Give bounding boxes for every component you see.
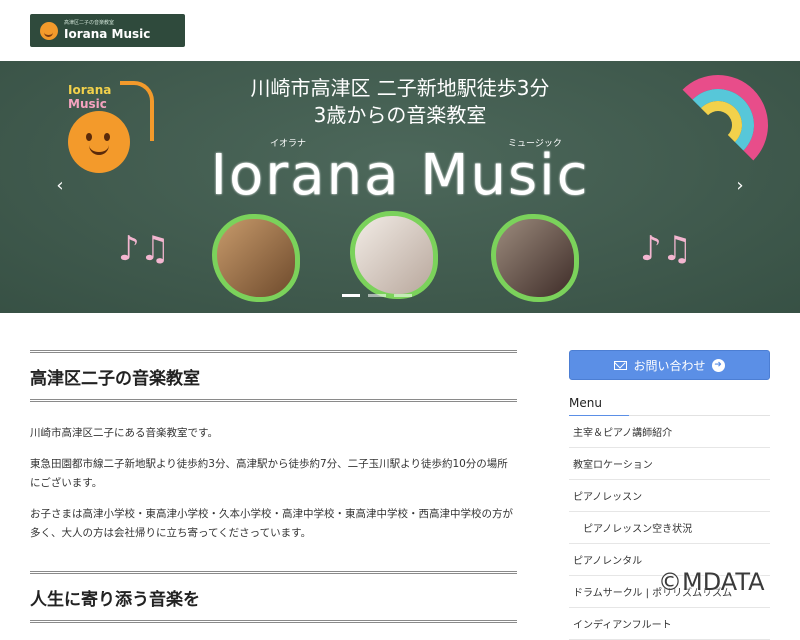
main-content: 高津区二子の音楽教室 川崎市高津区二子にある音楽教室です。 東急田園都市線二子新… [30,350,517,623]
page-title: 高津区二子の音楽教室 [30,350,517,402]
logo-texts: 高津区二子の音楽教室 Iorana Music [64,20,150,41]
logo-tagline: 高津区二子の音楽教室 [64,20,115,26]
sidebar-menu-item[interactable]: 教室ロケーション [569,448,770,480]
intro-paragraph: 川崎市高津区二子にある音楽教室です。 [30,427,218,439]
access-paragraph: 東急田園都市線二子新地駅より徒歩約3分、高津駅から徒歩約7分、二子玉川駅より徒歩… [30,458,508,489]
hero-title: Iorana Music [210,143,590,208]
site-header: 高津区二子の音楽教室 Iorana Music [0,0,800,61]
drum-photo [491,214,579,302]
instrument-photo [212,214,300,302]
sidebar-menu-item[interactable]: ピアノレッスン空き状況 [569,512,770,544]
sidebar-menu-item[interactable]: 主宰＆ピアノ講師紹介 [569,416,770,448]
hero-location-text: 川崎市高津区 二子新地駅徒歩3分 [250,76,550,100]
sidebar: お問い合わせ ➜ Menu 主宰＆ピアノ講師紹介 教室ロケーション ピアノレッスンピ… [569,350,770,640]
sidebar-menu-item[interactable]: インディアンフルート [569,608,770,640]
hero-slider: Iorana Music 川崎市高津区 二子新地駅徒歩3分 3歳からの音楽教室 … [0,61,800,313]
section-heading: 人生に寄り添う音楽を [30,571,517,623]
slider-next-arrow-icon[interactable]: › [732,174,748,198]
mail-icon [614,360,628,370]
music-notes-right-icon: ♪♫ [640,229,693,269]
contact-button-label: お問い合わせ [633,358,706,373]
piano-photo [350,211,438,299]
students-paragraph: お子さまは高津小学校・東高津小学校・久本小学校・高津中学校・東高津中学校・西高津… [30,508,513,539]
contact-button[interactable]: お問い合わせ ➜ [569,350,770,380]
sidebar-menu: 主宰＆ピアノ講師紹介 教室ロケーション ピアノレッスン ピアノレッスン空き状況 ピアノレ… [569,416,770,640]
hero-subtitle: 3歳からの音楽教室 [313,103,487,127]
slider-indicators [342,294,412,297]
music-notes-left-icon: ♪♫ [118,229,171,269]
slider-dot[interactable] [368,294,386,297]
site-logo[interactable]: 高津区二子の音楽教室 Iorana Music [30,14,185,47]
sidebar-menu-item[interactable]: ピアノレッスン [569,480,770,512]
watermark: ©MDATA [658,568,765,596]
slider-prev-arrow-icon[interactable]: ‹ [52,174,68,198]
slider-dot[interactable] [394,294,412,297]
menu-heading: Menu [569,396,770,416]
arrow-circle-right-icon: ➜ [711,358,725,372]
sun-logo-icon [40,21,58,40]
slider-dot[interactable] [342,294,360,297]
logo-name: Iorana Music [64,27,151,41]
